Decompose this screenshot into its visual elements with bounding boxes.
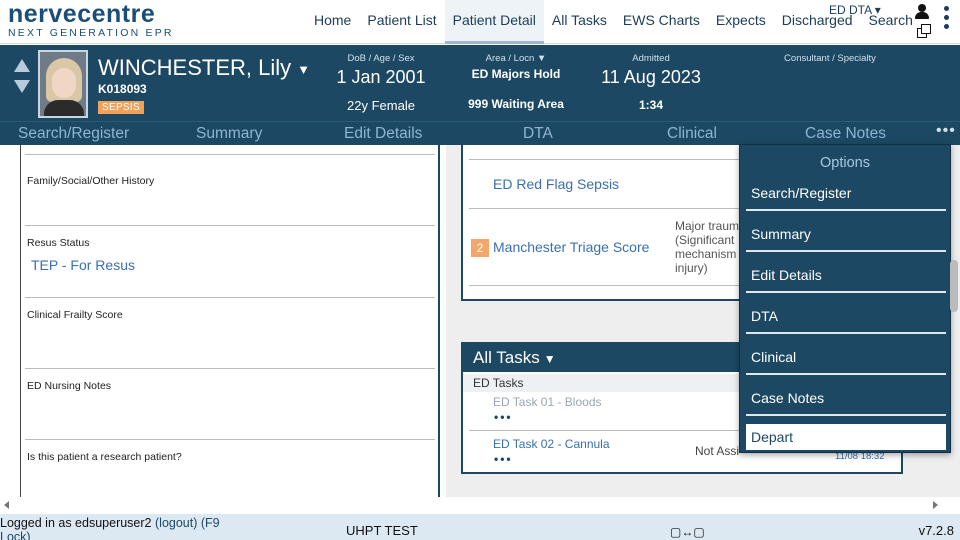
more-menu-icon[interactable] [944, 6, 950, 30]
option-depart[interactable]: Depart [746, 424, 946, 450]
location-label[interactable]: Area / Locn ▼ [466, 53, 566, 64]
patient-sub-nav: Search/Register Summary Edit Details DTA… [0, 121, 960, 145]
location-value: 999 Waiting Area [468, 97, 564, 111]
system-name: UHPT TEST [346, 523, 418, 538]
alerts-box: ED Red Flag Sepsis 2 Manchester Triage S… [461, 145, 761, 301]
task-status: Not Assi [695, 444, 740, 458]
dual-monitor-icon[interactable]: ▢↔▢ [670, 525, 705, 539]
subnav-search-register[interactable]: Search/Register [18, 125, 129, 143]
task-more-icon[interactable]: ••• [494, 452, 513, 466]
section-title: Resus Status [27, 237, 90, 249]
consultant-label: Consultant / Specialty [784, 53, 876, 64]
logo-tagline: NEXT GENERATION EPR [8, 27, 174, 39]
user-icon[interactable] [914, 4, 930, 20]
dob-column: DoB / Age / Sex 1 Jan 2001 22y Female [330, 53, 432, 113]
patient-name-text: WINCHESTER, Lily [98, 55, 292, 80]
logout-link[interactable]: (logout) [155, 516, 197, 530]
subnav-summary[interactable]: Summary [196, 125, 262, 143]
dob-value: 1 Jan 2001 [336, 67, 426, 87]
option-summary[interactable]: Summary [746, 214, 946, 252]
status-footer: Logged in as edsuperuser2 (logout) (F9 L… [0, 514, 960, 540]
options-title: Options [820, 155, 870, 171]
area-value: ED Majors Hold [471, 67, 561, 81]
top-navigation-bar: nervecentre NEXT GENERATION EPR Home Pat… [0, 0, 960, 44]
admitted-column: Admitted 11 Aug 2023 1:34 [598, 53, 704, 112]
section-title: Clinical Frailty Score [27, 309, 123, 321]
scroll-left-icon[interactable] [4, 501, 9, 509]
tasks-title[interactable]: All Tasks ▼ [473, 348, 556, 368]
patient-photo [38, 50, 88, 118]
section-title: Family/Social/Other History [27, 175, 155, 187]
manchester-triage-link[interactable]: Manchester Triage Score [493, 239, 649, 255]
task-name[interactable]: ED Task 01 - Bloods [493, 395, 602, 409]
sepsis-badge: SEPSIS [98, 101, 144, 114]
options-dropdown: Options Search/Register Summary Edit Det… [739, 144, 951, 453]
patient-name[interactable]: WINCHESTER, Lily ▼ [98, 55, 310, 81]
patient-navigation [14, 59, 30, 93]
nav-patient-list[interactable]: Patient List [359, 0, 444, 44]
nav-patient-detail[interactable]: Patient Detail [444, 0, 544, 44]
consultant-column: Consultant / Specialty [780, 53, 880, 64]
task-name[interactable]: ED Task 02 - Cannula [493, 437, 610, 451]
nav-home[interactable]: Home [306, 0, 359, 44]
patient-id: K018093 [98, 82, 147, 96]
login-info: Logged in as edsuperuser2 (logout) (F9 L… [0, 516, 250, 540]
subnav-clinical[interactable]: Clinical [667, 125, 717, 143]
logo-wordmark: nervecentre [8, 0, 156, 28]
resus-status-value[interactable]: TEP - For Resus [31, 257, 135, 273]
option-edit-details[interactable]: Edit Details [746, 255, 946, 293]
logged-in-text: Logged in as edsuperuser2 [0, 516, 152, 530]
previous-patient-icon[interactable] [14, 59, 30, 72]
subnav-case-notes[interactable]: Case Notes [805, 125, 886, 143]
nervecentre-logo[interactable]: nervecentre NEXT GENERATION EPR [8, 0, 174, 40]
admitted-time: 1:34 [638, 98, 664, 112]
ed-dta-dropdown[interactable]: ED DTA ▾ [829, 3, 881, 17]
horizontal-scrollbar[interactable] [0, 497, 960, 514]
location-column: Area / Locn ▼ ED Majors Hold 999 Waiting… [466, 53, 566, 111]
option-search-register[interactable]: Search/Register [746, 173, 946, 211]
subnav-dta[interactable]: DTA [523, 125, 553, 143]
nav-ews-charts[interactable]: EWS Charts [615, 0, 708, 44]
scroll-right-icon[interactable] [933, 501, 938, 509]
option-dta[interactable]: DTA [746, 296, 946, 334]
tasks-caret-icon: ▼ [543, 352, 556, 366]
vertical-scrollbar-thumb[interactable] [950, 260, 958, 312]
version-label: v7.2.8 [918, 523, 954, 538]
copy-window-icon[interactable] [917, 24, 932, 39]
admitted-value: 11 Aug 2023 [601, 67, 701, 87]
admitted-label: Admitted [632, 53, 670, 64]
subnav-edit-details[interactable]: Edit Details [344, 125, 422, 143]
triage-score-badge: 2 [471, 239, 489, 257]
task-more-icon[interactable]: ••• [494, 410, 513, 424]
section-title: Is this patient a research patient? [27, 451, 182, 463]
ed-red-flag-sepsis-link[interactable]: ED Red Flag Sepsis [493, 176, 619, 192]
section-title: ED Nursing Notes [27, 380, 112, 392]
patient-banner: WINCHESTER, Lily ▼ K018093 SEPSIS DoB / A… [0, 45, 960, 121]
option-case-notes[interactable]: Case Notes [746, 378, 946, 416]
age-sex-value: 22y Female [347, 98, 415, 113]
dob-label: DoB / Age / Sex [347, 53, 415, 64]
left-panel: Family/Social/Other History Resus Status… [20, 145, 440, 497]
patient-menu-caret-icon[interactable]: ▼ [297, 62, 310, 77]
subnav-more-icon[interactable]: ••• [936, 122, 956, 140]
nav-expects[interactable]: Expects [708, 0, 774, 44]
nav-all-tasks[interactable]: All Tasks [544, 0, 615, 44]
option-clinical[interactable]: Clinical [746, 337, 946, 375]
next-patient-icon[interactable] [14, 80, 30, 93]
